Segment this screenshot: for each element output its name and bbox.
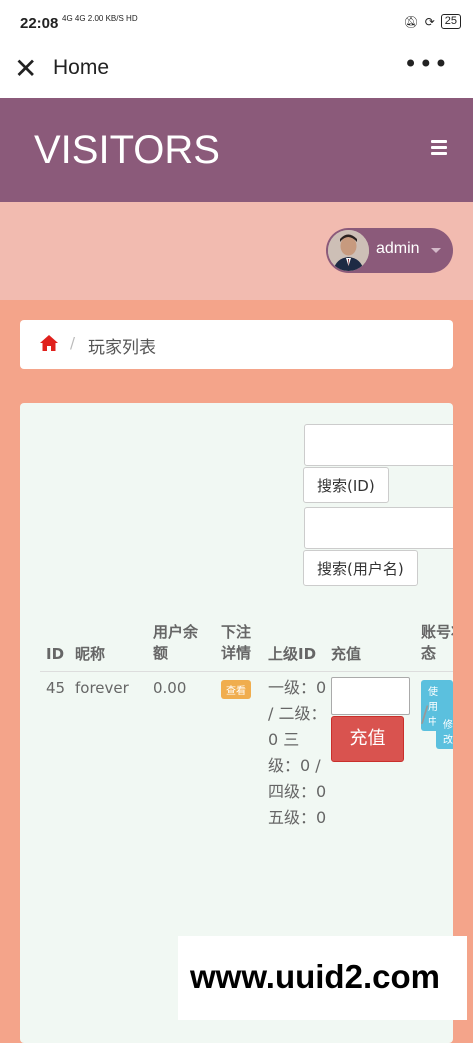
brand-logo[interactable]: VISITORS <box>34 128 220 173</box>
recharge-amount-input[interactable] <box>331 677 410 715</box>
search-username-button[interactable]: 搜索(用户名) <box>303 550 418 586</box>
row-balance: 0.00 <box>153 679 187 697</box>
chevron-down-icon <box>431 248 441 253</box>
breadcrumb-current: 玩家列表 <box>88 338 156 358</box>
column-header-balance: 用户余额 <box>153 623 199 662</box>
site-header: VISITORS <box>0 98 473 202</box>
home-icon[interactable] <box>39 334 59 356</box>
column-header-parent-id: 上级ID <box>268 645 317 663</box>
status-separator: / <box>421 703 429 728</box>
app-navbar: ✕ Home ••• <box>0 46 473 98</box>
watermark: www.uuid2.com <box>178 936 467 1020</box>
row-id: 45 <box>46 679 66 697</box>
edit-status-button[interactable]: 修改 <box>436 713 453 749</box>
table-divider <box>40 671 453 672</box>
row-nickname: forever <box>75 679 129 697</box>
username-label: admin <box>376 240 420 257</box>
avatar <box>328 230 369 271</box>
column-header-status: 账号状态 <box>421 623 453 662</box>
search-username-input[interactable] <box>304 507 453 549</box>
search-id-button[interactable]: 搜索(ID) <box>303 467 389 503</box>
rotation-lock-icon: ⟳ <box>424 14 435 29</box>
user-menu-button[interactable]: admin <box>326 228 453 273</box>
view-bet-details-button[interactable]: 查看 <box>221 680 251 699</box>
close-icon[interactable]: ✕ <box>14 55 37 83</box>
nav-title: Home <box>53 56 110 79</box>
more-options-icon[interactable]: ••• <box>404 50 449 78</box>
recharge-button[interactable]: 充值 <box>331 716 404 762</box>
status-bar: 22:08 4G 4G 2.00 KB/S HD 🔕︎ ⟳ 25 <box>0 0 473 46</box>
battery-icon: 25 <box>440 14 461 29</box>
user-bar: admin <box>0 202 473 300</box>
search-id-input[interactable] <box>304 424 453 466</box>
watermark-text: www.uuid2.com <box>190 958 440 995</box>
breadcrumb-separator: / <box>70 334 76 352</box>
column-header-recharge: 充值 <box>331 645 362 663</box>
column-header-id: ID <box>46 645 65 663</box>
column-header-nickname: 昵称 <box>75 645 106 663</box>
hamburger-menu-icon[interactable] <box>431 140 447 158</box>
mute-icon: 🔕︎ <box>403 14 419 29</box>
column-header-bet-details: 下注详情 <box>221 623 252 662</box>
row-levels: 一级：0 / 二级：0 三级：0 / 四级：0 五级：0 <box>268 678 327 827</box>
breadcrumb: / 玩家列表 <box>20 320 453 369</box>
status-icons: 🔕︎ ⟳ 25 <box>403 14 461 29</box>
status-time: 22:08 <box>20 15 59 32</box>
network-indicator: 4G 4G 2.00 KB/S HD <box>62 14 138 23</box>
